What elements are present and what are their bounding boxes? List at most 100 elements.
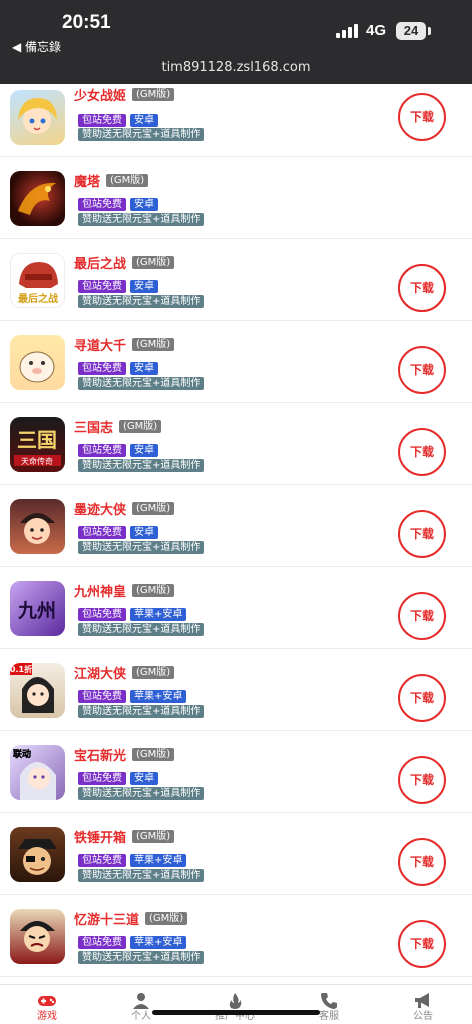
game-name[interactable]: 魔塔 [74,175,100,190]
download-button[interactable]: 下载 [398,93,446,141]
game-title-row: 少女战姬 (GM版) [74,84,175,104]
swordswoman-icon[interactable]: 0.1折 [10,663,65,718]
download-button[interactable]: 下载 [398,920,446,968]
feature-badge: 赞助送无限元宝+道具制作 [78,787,205,800]
tag-row: 包站免费 苹果+安卓 [78,930,187,949]
game-name[interactable]: 宝石新光 [74,749,126,764]
tag-row: 包站免费 安卓 [78,520,158,539]
download-button[interactable]: 下载 [398,510,446,558]
platform-badge: 安卓 [130,362,158,375]
download-button[interactable]: 下载 [398,838,446,886]
game-name[interactable]: 铁锤开箱 [74,831,126,846]
game-list-item[interactable]: 少女战姬 (GM版) 包站免费 安卓 赞助送无限元宝+道具制作 下载 [0,84,472,157]
gm-version-badge: (GM版) [145,912,188,925]
tag-row: 包站免费 安卓 [78,766,158,785]
download-button[interactable]: 下载 [398,756,446,804]
tab-customer-service[interactable]: 客服 [289,985,369,1024]
feature-badge: 赞助送无限元宝+道具制作 [78,295,205,308]
gm-version-badge: (GM版) [132,666,175,679]
game-title-row: 九州神皇 (GM版) [74,580,175,600]
gm-version-badge: (GM版) [132,584,175,597]
feature-badge: 赞助送无限元宝+道具制作 [78,128,205,141]
tab-announcements[interactable]: 公告 [383,985,463,1024]
icon-collab-text: 联动 [13,748,31,760]
platform-badge: 苹果+安卓 [130,690,187,703]
tag-row: 包站免费 安卓 [78,274,158,293]
game-name[interactable]: 三国志 [74,421,113,436]
tab-promotion[interactable]: 推广中心 [195,985,275,1024]
game-list-item[interactable]: 九州 九州神皇 (GM版) 包站免费 苹果+安卓 赞助送无限元宝+道具制作 下载 [0,567,472,649]
download-button[interactable]: 下载 [398,592,446,640]
battery-icon: 24 [396,22,426,40]
feature-badge: 赞助送无限元宝+道具制作 [78,623,205,636]
game-name[interactable]: 寻道大千 [74,339,126,354]
download-button[interactable]: 下载 [398,428,446,476]
tag-row: 包站免费 苹果+安卓 [78,602,187,621]
tab-personal[interactable]: 个人 [101,985,181,1024]
game-name[interactable]: 少女战姬 [74,89,126,104]
home-indicator[interactable] [152,1010,320,1015]
platform-badge: 安卓 [130,772,158,785]
game-title-row: 寻道大千 (GM版) [74,334,175,354]
free-badge: 包站免费 [78,280,126,293]
game-list-item[interactable]: 联动 宝石新光 (GM版) 包站免费 安卓 赞助送无限元宝+道具制作 下载 [0,731,472,813]
game-list-item[interactable]: 寻道大千 (GM版) 包站免费 安卓 赞助送无限元宝+道具制作 下载 [0,321,472,403]
hero-icon[interactable] [10,499,65,554]
icon-subtitle-text: 天命传奇 [21,456,53,466]
pirate-icon[interactable] [10,827,65,882]
game-name[interactable]: 九州神皇 [74,585,126,600]
cartoon-pig-icon[interactable] [10,335,65,390]
gm-version-badge: (GM版) [132,830,175,843]
browser-top-bar: 20:51 ◀ 備忘錄 4G 24 tim891128.zsl168.com [0,0,472,84]
download-button[interactable]: 下载 [398,264,446,312]
platform-badge: 苹果+安卓 [130,608,187,621]
game-name[interactable]: 最后之战 [74,257,126,272]
game-name[interactable]: 忆游十三道 [74,913,139,928]
status-time: 20:51 [62,12,111,33]
network-type: 4G [366,22,387,39]
dragon-icon[interactable] [10,171,65,226]
anime-girl-icon[interactable] [10,90,65,145]
tag-row: 包站免费 苹果+安卓 [78,848,187,867]
game-list-item[interactable]: 0.1折 江湖大侠 (GM版) 包站免费 苹果+安卓 赞助送无限元宝+道具制作 下载 [0,649,472,731]
free-badge: 包站免费 [78,198,126,211]
game-name[interactable]: 墨迹大侠 [74,503,126,518]
gm-version-badge: (GM版) [132,338,175,351]
tab-games[interactable]: 游戏 [7,985,87,1024]
icon-title-text: 九州 [17,600,56,622]
game-list-item[interactable]: 最后之战 最后之战 (GM版) 包站免费 安卓 赞助送无限元宝+道具制作 下载 [0,239,472,321]
free-badge: 包站免费 [78,854,126,867]
feature-badge: 赞助送无限元宝+道具制作 [78,459,205,472]
free-badge: 包站免费 [78,526,126,539]
helmet-icon[interactable]: 最后之战 [10,253,65,308]
download-button[interactable]: 下载 [398,674,446,722]
game-list-item[interactable]: 忆游十三道 (GM版) 包站免费 苹果+安卓 赞助送无限元宝+道具制作 下载 [0,895,472,977]
back-to-app-link[interactable]: ◀ 備忘錄 [12,38,61,55]
game-list-item[interactable]: 墨迹大侠 (GM版) 包站免费 安卓 赞助送无限元宝+道具制作 下载 [0,485,472,567]
free-badge: 包站免费 [78,690,126,703]
tag-row: 包站免费 苹果+安卓 [78,684,187,703]
warrior-icon[interactable] [10,909,65,964]
game-list-item[interactable]: 魔塔 (GM版) 包站免费安卓 赞助送无限元宝+道具制作 下载 [0,157,472,312]
game-list-item[interactable]: 三国 天命传奇 三国志 (GM版) 包站免费 安卓 赞助送无限元宝+道具制作 下载 [0,403,472,485]
free-badge: 包站免费 [78,362,126,375]
platform-badge: 安卓 [130,444,158,457]
address-bar-url[interactable]: tim891128.zsl168.com [0,60,472,75]
gm-version-badge: (GM版) [119,420,162,433]
feature-badge: 赞助送无限元宝+道具制作 [78,377,205,390]
silver-hair-girl-icon[interactable]: 联动 [10,745,65,800]
game-name[interactable]: 江湖大侠 [74,667,126,682]
platform-badge: 苹果+安卓 [130,854,187,867]
game-list[interactable]: 少女战姬 (GM版) 包站免费 安卓 赞助送无限元宝+道具制作 下载 魔塔 (GM版)… [0,84,472,984]
three-kingdoms-icon[interactable]: 三国 天命传奇 [10,417,65,472]
svg-text:最后之战: 最后之战 [18,292,58,305]
tag-row: 包站免费 安卓 [78,356,158,375]
game-title-row: 宝石新光 (GM版) [74,744,175,764]
gm-version-badge: (GM版) [132,502,175,515]
tag-row: 包站免费 安卓 [78,192,158,211]
jiuzhou-icon[interactable]: 九州 [10,581,65,636]
tab-label: 游戏 [37,1011,57,1022]
download-button[interactable]: 下载 [398,346,446,394]
game-list-item[interactable]: 铁锤开箱 (GM版) 包站免费 苹果+安卓 赞助送无限元宝+道具制作 下载 [0,813,472,895]
gm-version-badge: (GM版) [132,256,175,269]
